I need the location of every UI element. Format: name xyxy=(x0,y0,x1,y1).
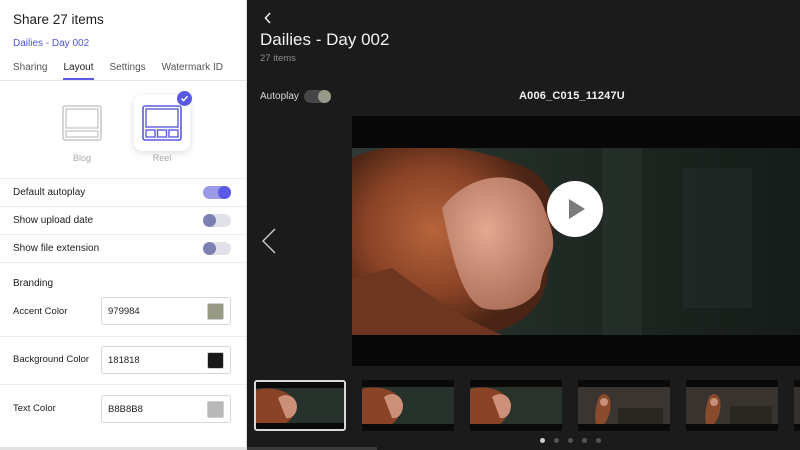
background-color-swatch[interactable] xyxy=(207,352,224,369)
divider xyxy=(0,384,246,385)
blog-layout-icon xyxy=(62,105,102,141)
autoplay-label: Autoplay xyxy=(260,91,299,102)
thumbnail[interactable] xyxy=(254,380,346,431)
divider xyxy=(0,336,246,337)
tabs-divider xyxy=(0,80,246,81)
background-color-label: Background Color xyxy=(13,354,90,365)
divider xyxy=(0,262,246,263)
toggle-knob xyxy=(203,214,216,227)
setting-label: Show file extension xyxy=(13,243,100,254)
clip-name: A006_C015_11247U xyxy=(519,90,625,102)
tab-sharing[interactable]: Sharing xyxy=(13,62,47,80)
thumbnail[interactable] xyxy=(686,380,778,431)
pagination-dot[interactable] xyxy=(568,438,573,443)
reel-title: Dailies - Day 002 xyxy=(260,30,390,49)
text-color-label: Text Color xyxy=(13,403,56,414)
setting-row-show-file-extension: Show file extension xyxy=(0,234,246,262)
thumbnail-image xyxy=(794,380,800,431)
thumbnail[interactable] xyxy=(578,380,670,431)
pagination-dot[interactable] xyxy=(596,438,601,443)
checkmark-icon xyxy=(177,91,192,106)
text-color-field[interactable]: B8B8B8 xyxy=(101,395,231,423)
background-color-field[interactable]: 181818 xyxy=(101,346,231,374)
reel-item-count: 27 items xyxy=(260,53,296,64)
toggle-knob xyxy=(203,242,216,255)
autoplay-toggle[interactable] xyxy=(304,90,331,103)
thumbnail[interactable] xyxy=(362,380,454,431)
video-player[interactable] xyxy=(352,116,800,366)
pagination-dot[interactable] xyxy=(554,438,559,443)
play-button[interactable] xyxy=(547,181,603,237)
toggle-knob xyxy=(218,186,231,199)
thumbnail[interactable] xyxy=(794,380,800,431)
thumbnail-image xyxy=(256,382,344,429)
thumbnail-image xyxy=(470,380,562,431)
thumbnail-image xyxy=(578,380,670,431)
layout-option-blog[interactable] xyxy=(54,95,110,151)
reel-preview: Dailies - Day 002 27 items Autoplay A006… xyxy=(247,0,800,450)
toggle-knob xyxy=(318,90,331,103)
thumbnail-image xyxy=(686,380,778,431)
branding-heading: Branding xyxy=(13,278,54,289)
play-icon xyxy=(569,199,585,219)
tab-layout[interactable]: Layout xyxy=(63,62,94,80)
accent-color-field[interactable]: 979984 xyxy=(101,297,231,325)
text-color-swatch[interactable] xyxy=(207,401,224,418)
video-still-image xyxy=(352,148,800,335)
thumbnail-image xyxy=(362,380,454,431)
pagination-dots xyxy=(540,438,601,443)
pagination-dot[interactable] xyxy=(540,438,545,443)
thumbnail-strip xyxy=(247,376,800,434)
share-settings-panel: Share 27 items Dailies - Day 002 Sharing… xyxy=(0,0,247,450)
setting-label: Default autoplay xyxy=(13,187,86,198)
settings-tabs: Sharing Layout Settings Watermark ID xyxy=(13,62,239,80)
panel-title: Share 27 items xyxy=(13,12,104,27)
pagination-dot[interactable] xyxy=(582,438,587,443)
tab-settings[interactable]: Settings xyxy=(110,62,146,80)
layout-option-label: Reel xyxy=(152,153,172,163)
back-arrow-icon[interactable] xyxy=(262,10,276,26)
default-autoplay-toggle[interactable] xyxy=(203,186,231,199)
tab-watermark-id[interactable]: Watermark ID xyxy=(162,62,223,80)
accent-color-label: Accent Color xyxy=(13,306,68,317)
setting-label: Show upload date xyxy=(13,215,94,226)
setting-row-default-autoplay: Default autoplay xyxy=(0,178,246,206)
accent-color-swatch[interactable] xyxy=(207,303,224,320)
previous-arrow-icon[interactable] xyxy=(261,228,277,254)
thumbnail[interactable] xyxy=(470,380,562,431)
background-color-value: 181818 xyxy=(108,355,140,366)
reel-layout-icon xyxy=(142,105,182,141)
show-file-extension-toggle[interactable] xyxy=(203,242,231,255)
show-upload-date-toggle[interactable] xyxy=(203,214,231,227)
setting-row-show-upload-date: Show upload date xyxy=(0,206,246,234)
video-frame xyxy=(352,148,800,335)
accent-color-value: 979984 xyxy=(108,306,140,317)
layout-option-label: Blog xyxy=(72,153,91,163)
text-color-value: B8B8B8 xyxy=(108,404,143,415)
panel-subtitle[interactable]: Dailies - Day 002 xyxy=(13,38,89,49)
